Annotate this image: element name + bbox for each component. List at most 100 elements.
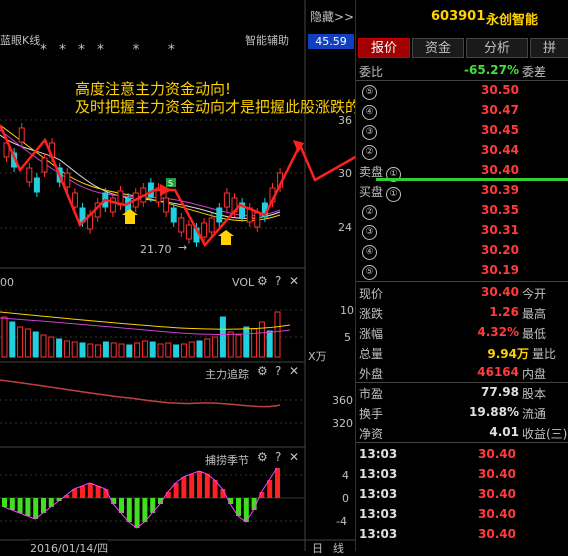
bid-row[interactable]: ③ 30.31: [356, 220, 568, 240]
vol-title: VOL: [232, 276, 255, 289]
stat-value: 1.26: [489, 305, 519, 319]
stat2-value: 19.88%: [469, 405, 519, 419]
svg-text:S: S: [168, 179, 173, 188]
stat-row: 总量 9.94万 量比: [356, 342, 568, 362]
tab-analysis[interactable]: 分析: [466, 38, 528, 58]
stat-label2: 量比: [532, 347, 557, 361]
vol-axis-10: 10: [340, 304, 354, 317]
quote-panel: 603901 永创智能 报价 资金 分析 拼 委比 -65.27% 委差 ⑤ 3…: [355, 0, 568, 551]
gear-icon[interactable]: ⚙: [257, 450, 268, 464]
ask-level: ⑤: [362, 85, 377, 100]
date-label: 2016/01/14/四: [30, 540, 109, 556]
close-icon[interactable]: ✕: [289, 364, 299, 378]
stat2-value: 77.98: [481, 385, 519, 399]
ask-level: ②: [362, 145, 377, 160]
close-icon[interactable]: ✕: [289, 450, 299, 464]
trade-row: 13:03 30.40: [356, 504, 568, 524]
bid-level: ②: [362, 205, 377, 220]
vol-axis-5: 5: [344, 331, 351, 344]
ask-row[interactable]: ② 30.44: [356, 140, 568, 160]
star-markers: **** * *: [40, 42, 187, 58]
low-arrow-icon: →: [178, 241, 188, 254]
ask-row[interactable]: ⑤ 30.50: [356, 80, 568, 100]
close-icon[interactable]: ✕: [289, 274, 299, 288]
flow-title: 主力追踪: [205, 368, 249, 381]
stat2-label2: 股本: [522, 387, 547, 401]
trade-price: 30.40: [478, 467, 516, 481]
ask-price: 30.50: [481, 83, 519, 97]
vol-unit: X万: [308, 350, 327, 363]
low-price-label: 21.70: [140, 243, 172, 256]
stat-label: 外盘: [359, 367, 384, 381]
ask-price: 30.44: [481, 143, 519, 157]
stat2-value: 4.01: [489, 425, 519, 439]
stat-label2: 最低: [522, 327, 547, 341]
help-icon[interactable]: ?: [275, 450, 281, 464]
stat2-label: 净资: [359, 427, 384, 441]
ask-price: 30.45: [481, 123, 519, 137]
stat-label2: 今开: [522, 287, 547, 301]
trade-row: 13:03 30.40: [356, 444, 568, 464]
price-axis-36: 36: [338, 114, 352, 127]
gear-icon[interactable]: ⚙: [257, 364, 268, 378]
bid-level: ④: [362, 245, 377, 260]
bid-price: 30.19: [481, 263, 519, 277]
weibi-label: 委比: [359, 65, 384, 79]
hide-button[interactable]: 隐藏>>: [310, 8, 354, 25]
weibi-row: 委比 -65.27% 委差: [356, 60, 568, 80]
chart-area[interactable]: S 蓝眼K线 **** * * 智能辅助 隐藏>> 45.59 高度注意主力资金…: [0, 0, 396, 556]
price-axis-30: 30: [338, 167, 352, 180]
stat-value: 9.94万: [487, 347, 529, 361]
stat-label: 现价: [359, 287, 384, 301]
bid-row[interactable]: ⑤ 30.19: [356, 260, 568, 280]
ask-level: ③: [362, 125, 377, 140]
trade-row: 13:03 30.40: [356, 464, 568, 484]
stat2-label: 换手: [359, 407, 384, 421]
stat2-row: 市盈 77.98 股本: [356, 382, 568, 402]
tab-more[interactable]: 拼: [530, 38, 568, 58]
weibi-value: -65.27%: [464, 63, 519, 77]
stat2-label2: 流通: [522, 407, 547, 421]
gear-icon[interactable]: ⚙: [257, 274, 268, 288]
trade-price: 30.40: [478, 507, 516, 521]
weicha-label: 委差: [522, 65, 547, 79]
stat2-row: 净资 4.01 收益(三): [356, 422, 568, 442]
bid-row[interactable]: ② 30.35: [356, 200, 568, 220]
trade-time: 13:03: [359, 527, 398, 541]
bid-row[interactable]: 买盘 ① 30.39: [356, 180, 568, 202]
tab-quote[interactable]: 报价: [358, 38, 410, 58]
bid-row[interactable]: ④ 30.20: [356, 240, 568, 260]
stat-value: 46164: [477, 365, 519, 379]
trade-time: 13:03: [359, 467, 398, 481]
bottom-tab-line[interactable]: 线: [333, 540, 344, 556]
season-axis-0: 0: [342, 492, 349, 505]
stat-row: 涨幅 4.32% 最低: [356, 322, 568, 342]
assist-label[interactable]: 智能辅助: [245, 32, 289, 48]
bid-price: 30.20: [481, 243, 519, 257]
stat-label: 涨跌: [359, 307, 384, 321]
bid-level: ③: [362, 225, 377, 240]
ask-row[interactable]: ④ 30.47: [356, 100, 568, 120]
ask-row[interactable]: ③ 30.45: [356, 120, 568, 140]
trade-row: 13:03 30.40: [356, 484, 568, 504]
stat-label: 总量: [359, 347, 384, 361]
tab-funds[interactable]: 资金: [412, 38, 464, 58]
stat-label2: 最高: [522, 307, 547, 321]
ask-level: ④: [362, 105, 377, 120]
help-icon[interactable]: ?: [275, 274, 281, 288]
kline-label: 蓝眼K线: [0, 34, 41, 47]
trade-price: 30.40: [478, 527, 516, 541]
stock-code: 603901: [431, 9, 486, 24]
ask-price: 30.40: [481, 163, 519, 177]
ask-row[interactable]: 卖盘 ① 30.40: [356, 160, 568, 182]
season-title: 捕捞季节: [205, 454, 249, 467]
buy-label: 买盘: [359, 185, 384, 199]
bid-price: 30.39: [481, 183, 519, 197]
price-badge: 45.59: [308, 34, 354, 49]
help-icon[interactable]: ?: [275, 364, 281, 378]
quote-tabs: 报价 资金 分析 拼: [356, 38, 568, 58]
bottom-tab-day[interactable]: 日: [312, 540, 323, 556]
stat-row: 涨跌 1.26 最高: [356, 302, 568, 322]
trade-price: 30.40: [478, 487, 516, 501]
stat-label2: 内盘: [522, 367, 547, 381]
